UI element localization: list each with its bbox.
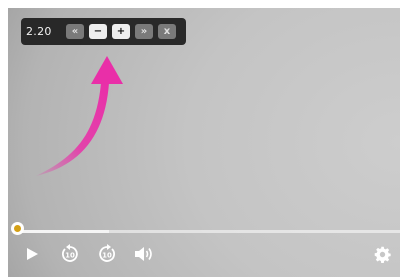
speed-close-button[interactable]: x <box>158 24 176 39</box>
forward-seconds-label: 10 <box>102 252 112 260</box>
rewind-10-button[interactable]: 10 <box>60 244 80 264</box>
forward-10-icon: 10 <box>99 244 115 262</box>
progress-track[interactable] <box>17 230 400 233</box>
rewind-10-icon: 10 <box>62 244 78 262</box>
playback-speed-value: 2.20 <box>26 25 52 38</box>
curved-arrow-icon <box>36 56 123 176</box>
scrub-handle[interactable] <box>11 222 24 235</box>
forward-10-button[interactable]: 10 <box>97 244 117 264</box>
video-player[interactable]: 2.20 « − + » x 10 10 <box>8 8 400 277</box>
play-icon <box>27 248 38 260</box>
speed-increase-button[interactable]: + <box>112 24 130 39</box>
volume-button[interactable] <box>134 244 154 264</box>
play-button[interactable] <box>22 244 42 264</box>
speed-fastest-button[interactable]: » <box>135 24 153 39</box>
scrub-handle-dot <box>14 225 21 232</box>
speed-slowest-button[interactable]: « <box>66 24 84 39</box>
buffered-bar <box>17 230 109 233</box>
settings-button[interactable] <box>372 244 392 264</box>
speed-control-popup: 2.20 « − + » x <box>21 18 186 45</box>
speed-decrease-button[interactable]: − <box>89 24 107 39</box>
volume-icon <box>135 247 152 261</box>
rewind-seconds-label: 10 <box>65 252 75 260</box>
gear-icon <box>374 246 391 263</box>
